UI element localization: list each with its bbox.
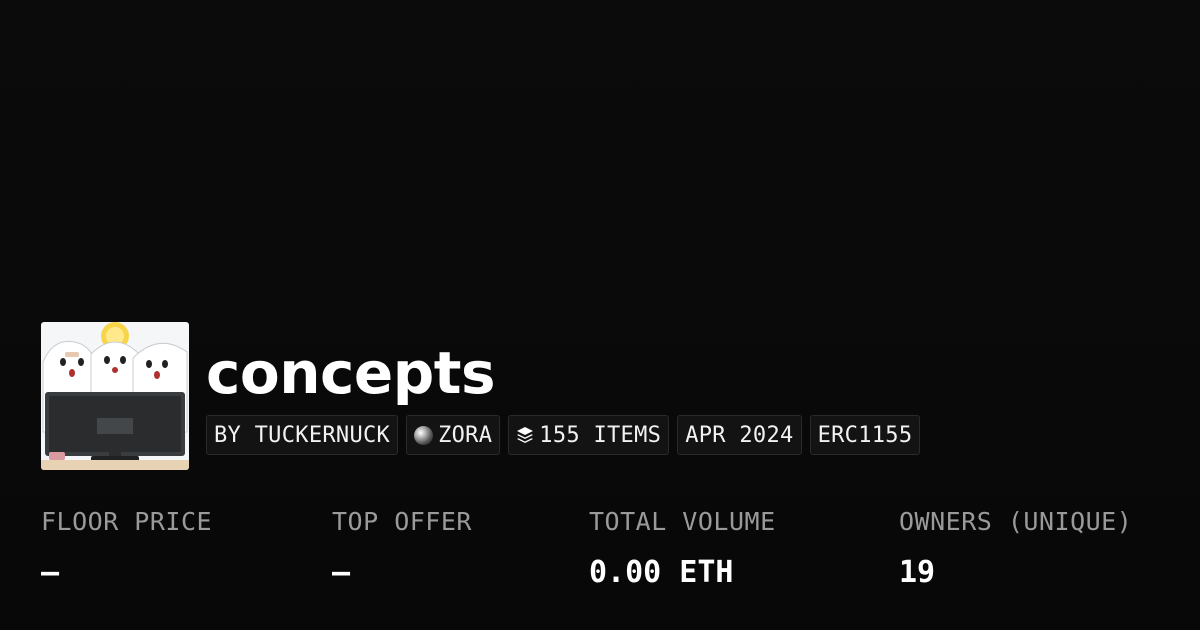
owners-stat: OWNERS (UNIQUE) 19: [899, 505, 1132, 591]
creator-tag[interactable]: BY TUCKERNUCK: [206, 415, 399, 455]
created-date-label: APR 2024: [685, 422, 794, 448]
top-offer-stat: TOP OFFER –: [332, 505, 472, 591]
chain-tag[interactable]: ZORA: [406, 415, 501, 455]
floor-price-label: FLOOR PRICE: [41, 507, 213, 536]
collection-title: concepts: [206, 339, 496, 407]
chain-label: ZORA: [438, 422, 493, 448]
zora-chain-icon: [414, 425, 434, 445]
floor-price-stat: FLOOR PRICE –: [41, 505, 212, 591]
top-offer-value: –: [332, 555, 351, 590]
collection-card: concepts BY TUCKERNUCK ZORA 155 ITEMS AP…: [0, 0, 1200, 630]
owners-value: 19: [899, 555, 936, 590]
created-date-tag: APR 2024: [677, 415, 802, 455]
items-count-label: 155 ITEMS: [539, 422, 662, 448]
creator-label: BY TUCKERNUCK: [214, 422, 391, 448]
ghosts-computer-artwork: [41, 322, 189, 470]
owners-label: OWNERS (UNIQUE): [899, 507, 1133, 536]
token-standard-label: ERC1155: [817, 422, 913, 448]
total-volume-stat: TOTAL VOLUME 0.00 ETH: [589, 505, 776, 591]
layers-icon: [517, 427, 534, 443]
token-standard-tag: ERC1155: [809, 415, 921, 455]
total-volume-value: 0.00 ETH: [589, 555, 734, 590]
top-offer-label: TOP OFFER: [332, 507, 472, 536]
collection-thumbnail[interactable]: [41, 322, 189, 470]
collection-tags: BY TUCKERNUCK ZORA 155 ITEMS APR 2024 ER…: [206, 415, 921, 455]
items-count-tag: 155 ITEMS: [508, 415, 670, 455]
floor-price-value: –: [41, 555, 60, 590]
total-volume-label: TOTAL VOLUME: [589, 507, 776, 536]
